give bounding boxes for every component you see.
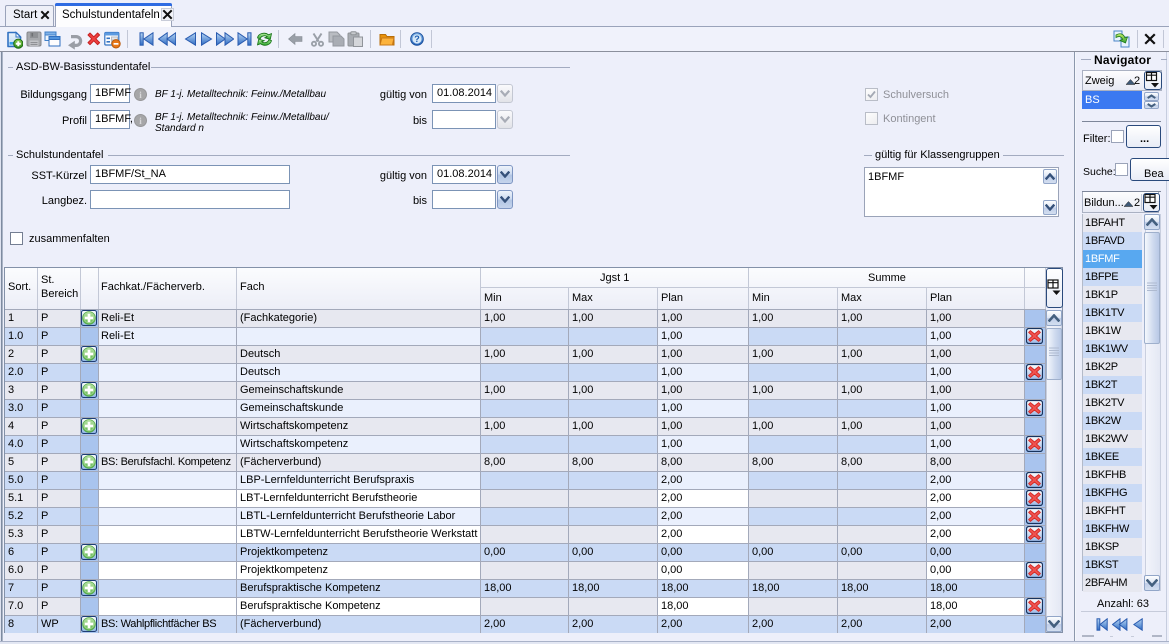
svg-text:?: ?	[414, 34, 420, 44]
